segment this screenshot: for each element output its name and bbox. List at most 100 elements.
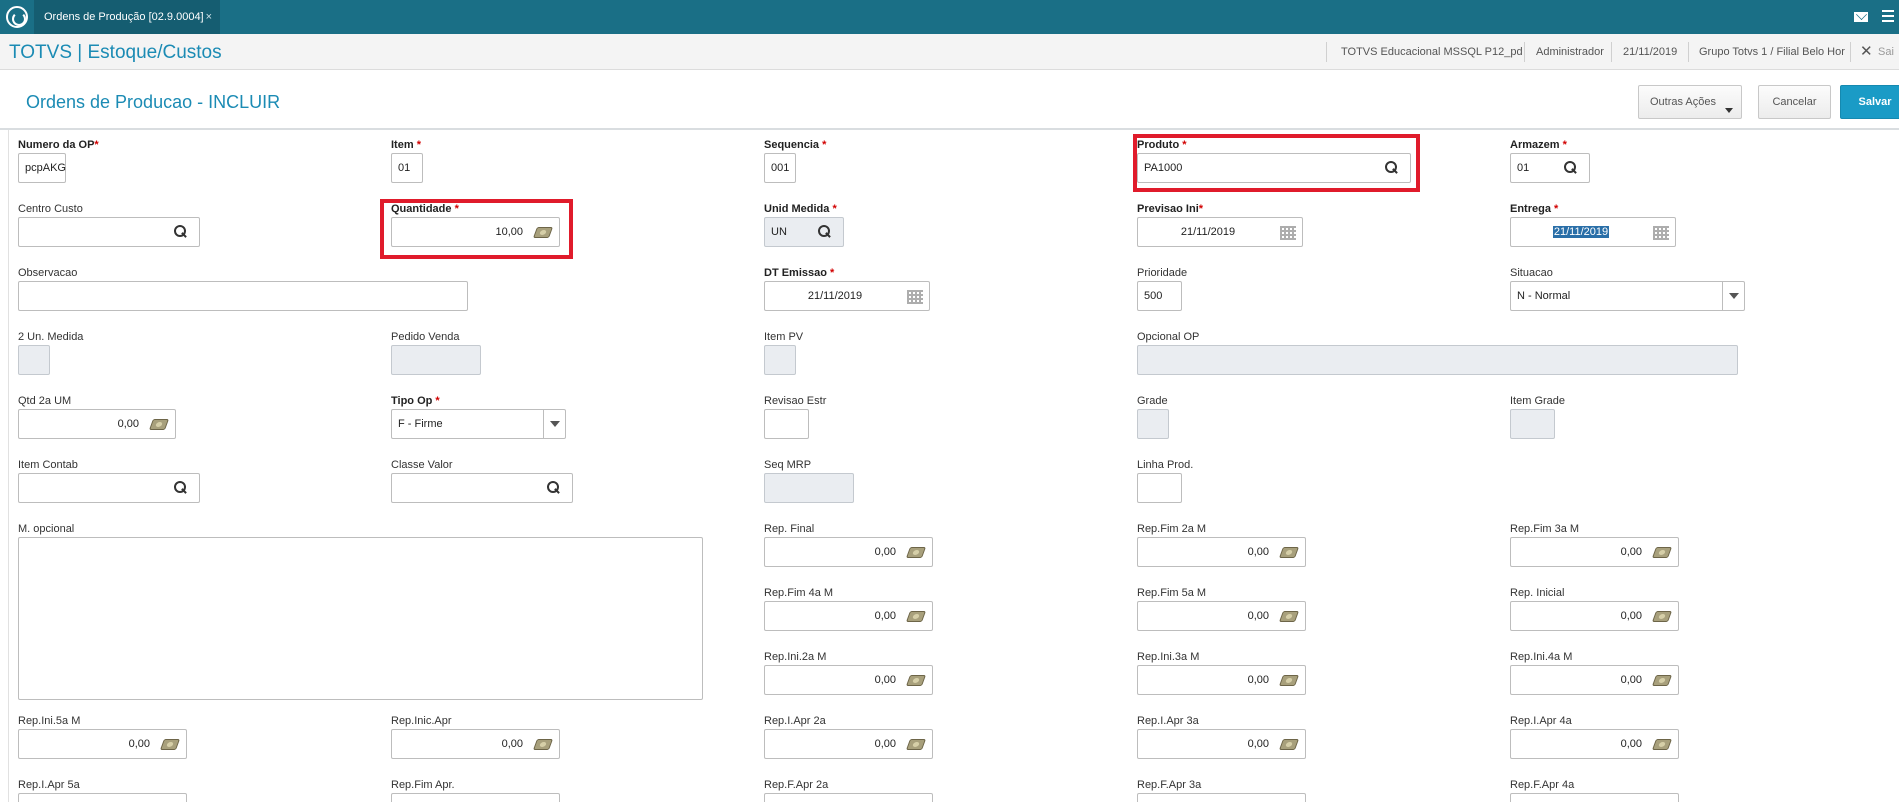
rep-inic-apr-field[interactable]: 0,00 xyxy=(391,729,560,759)
un-medida-2-field[interactable] xyxy=(18,345,50,375)
centro-custo-field[interactable] xyxy=(18,217,200,247)
rep-final-field[interactable]: 0,00 xyxy=(764,537,933,567)
money-icon[interactable] xyxy=(148,419,170,430)
date-info[interactable]: 21/11/2019 xyxy=(1623,46,1677,58)
rep-inicial-field[interactable]: 0,00 xyxy=(1510,601,1679,631)
grade-field[interactable] xyxy=(1137,409,1169,439)
rep-i-apr-4a-field[interactable]: 0,00 xyxy=(1510,729,1679,759)
money-icon[interactable] xyxy=(1651,675,1673,686)
m-opcional-textarea[interactable] xyxy=(18,537,703,700)
chevron-down-icon[interactable] xyxy=(1722,282,1744,310)
money-icon[interactable] xyxy=(1651,547,1673,558)
chevron-down-icon[interactable] xyxy=(543,410,565,438)
rep-ini-3a-field[interactable]: 0,00 xyxy=(1137,665,1306,695)
rep-ini-5a-field[interactable]: 0,00 xyxy=(18,729,187,759)
calendar-icon[interactable] xyxy=(1653,226,1669,240)
close-icon[interactable]: ✕ xyxy=(1860,42,1873,60)
rep-fim-3a-label: Rep.Fim 3a M xyxy=(1510,523,1580,535)
item-contab-field[interactable] xyxy=(18,473,200,503)
classe-valor-label: Classe Valor xyxy=(391,459,453,471)
sequencia-field[interactable]: 001 xyxy=(764,153,796,183)
calendar-icon[interactable] xyxy=(907,290,923,304)
tab-ordens-producao[interactable]: Ordens de Produção [02.9.0004] × xyxy=(34,0,220,34)
tipo-op-select[interactable]: F - Firme xyxy=(391,409,566,439)
entrega-field[interactable]: 21/11/2019 xyxy=(1510,217,1676,247)
money-icon[interactable] xyxy=(532,739,554,750)
revisao-estr-label: Revisao Estr xyxy=(764,395,827,407)
divider xyxy=(1688,42,1689,62)
rep-ini-2a-field[interactable]: 0,00 xyxy=(764,665,933,695)
dt-emissao-field[interactable]: 21/11/2019 xyxy=(764,281,930,311)
pedido-venda-field[interactable] xyxy=(391,345,481,375)
linha-prod-field[interactable] xyxy=(1137,473,1182,503)
rep-i-apr-2a-field[interactable]: 0,00 xyxy=(764,729,933,759)
revisao-estr-field[interactable] xyxy=(764,409,809,439)
previsao-ini-field[interactable]: 21/11/2019 xyxy=(1137,217,1303,247)
item-contab-label: Item Contab xyxy=(18,459,78,471)
money-icon[interactable] xyxy=(1278,547,1300,558)
calendar-icon[interactable] xyxy=(1280,226,1296,240)
mail-icon[interactable] xyxy=(1854,12,1868,22)
rep-fim-5a-field[interactable]: 0,00 xyxy=(1137,601,1306,631)
rep-fim-4a-field[interactable]: 0,00 xyxy=(764,601,933,631)
item-pv-field[interactable] xyxy=(764,345,796,375)
rep-f-apr-4a-field[interactable] xyxy=(1510,793,1679,802)
centro-custo-label: Centro Custo xyxy=(18,203,83,215)
rep-fim-apr-label: Rep.Fim Apr. xyxy=(391,779,455,791)
money-icon[interactable] xyxy=(1651,611,1673,622)
search-icon[interactable] xyxy=(174,481,187,494)
rep-f-apr-2a-field[interactable] xyxy=(764,793,933,802)
header-bar: TOTVS | Estoque/Custos TOTVS Educacional… xyxy=(0,34,1899,70)
classe-valor-field[interactable] xyxy=(391,473,573,503)
rep-fim-2a-field[interactable]: 0,00 xyxy=(1137,537,1306,567)
money-icon[interactable] xyxy=(1278,675,1300,686)
rep-ini-4a-field[interactable]: 0,00 xyxy=(1510,665,1679,695)
opcional-op-field[interactable] xyxy=(1137,345,1738,375)
cancel-button[interactable]: Cancelar xyxy=(1758,85,1831,119)
numero-op-field[interactable]: pcpAKG xyxy=(18,153,66,183)
user-info[interactable]: Administrador xyxy=(1536,46,1604,58)
search-icon[interactable] xyxy=(1564,161,1577,174)
totvs-logo-icon[interactable] xyxy=(6,6,28,28)
observacao-field[interactable] xyxy=(18,281,468,311)
pedido-venda-label: Pedido Venda xyxy=(391,331,460,343)
exit-label[interactable]: Sai xyxy=(1878,46,1894,58)
qtd-2a-um-field[interactable]: 0,00 xyxy=(18,409,176,439)
other-actions-button[interactable]: Outras Ações xyxy=(1638,85,1742,119)
rep-i-apr-5a-field[interactable] xyxy=(18,793,187,802)
situacao-select[interactable]: N - Normal xyxy=(1510,281,1745,311)
prioridade-field[interactable]: 500 xyxy=(1137,281,1182,311)
money-icon[interactable] xyxy=(905,739,927,750)
branch-info[interactable]: Grupo Totvs 1 / Filial Belo Hor xyxy=(1699,46,1845,58)
produto-highlight xyxy=(1133,134,1420,192)
environment-info[interactable]: TOTVS Educacional MSSQL P12_pd xyxy=(1341,46,1523,58)
rep-i-apr-3a-field[interactable]: 0,00 xyxy=(1137,729,1306,759)
money-icon[interactable] xyxy=(905,547,927,558)
search-icon[interactable] xyxy=(174,225,187,238)
tab-title: Ordens de Produção [02.9.0004] xyxy=(44,11,204,23)
seq-mrp-label: Seq MRP xyxy=(764,459,812,471)
money-icon[interactable] xyxy=(905,611,927,622)
menu-icon[interactable] xyxy=(1882,10,1894,24)
save-button[interactable]: Salvar xyxy=(1840,85,1899,119)
money-icon[interactable] xyxy=(905,675,927,686)
unid-medida-label: Unid Medida * xyxy=(764,203,837,215)
money-icon[interactable] xyxy=(1278,739,1300,750)
armazem-field[interactable]: 01 xyxy=(1510,153,1590,183)
seq-mrp-field[interactable] xyxy=(764,473,854,503)
rep-final-label: Rep. Final xyxy=(764,523,815,535)
money-icon[interactable] xyxy=(159,739,181,750)
rep-fim-3a-field[interactable]: 0,00 xyxy=(1510,537,1679,567)
search-icon[interactable] xyxy=(547,481,560,494)
rep-f-apr-3a-field[interactable] xyxy=(1137,793,1306,802)
item-grade-field[interactable] xyxy=(1510,409,1555,439)
search-icon[interactable] xyxy=(818,225,831,238)
money-icon[interactable] xyxy=(1651,739,1673,750)
rep-i-apr-2a-label: Rep.I.Apr 2a xyxy=(764,715,826,727)
rep-i-apr-5a-label: Rep.I.Apr 5a xyxy=(18,779,80,791)
rep-fim-apr-field[interactable] xyxy=(391,793,560,802)
tab-close-icon[interactable]: × xyxy=(206,0,212,34)
money-icon[interactable] xyxy=(1278,611,1300,622)
unid-medida-field[interactable]: UN xyxy=(764,217,844,247)
item-field[interactable]: 01 xyxy=(391,153,423,183)
